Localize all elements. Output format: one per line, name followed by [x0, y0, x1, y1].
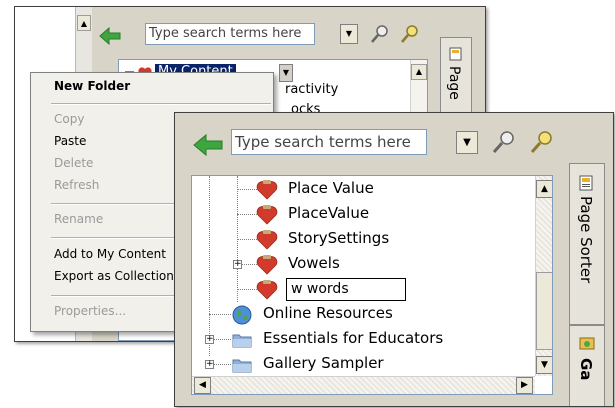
tab-page-sorter[interactable]: Page Sorter: [569, 163, 605, 325]
tree-connector: [237, 189, 257, 190]
tree-node-partial[interactable]: ractivity: [285, 82, 338, 97]
rename-input[interactable]: w words: [286, 278, 406, 301]
scroll-up-arrow[interactable]: ▲: [411, 64, 427, 80]
tab-page-sorter-label: Page Sorter: [577, 196, 595, 284]
tree-connector: [209, 176, 210, 356]
horizontal-scrollbar[interactable]: ◀ ▶: [192, 376, 535, 394]
advanced-search-icon[interactable]: [529, 129, 555, 155]
folder-icon: [232, 334, 252, 348]
page-sorter-icon: [579, 175, 593, 191]
menu-item-rename[interactable]: Rename: [54, 212, 103, 226]
tree-node-placevalue[interactable]: PlaceValue: [288, 204, 369, 222]
menu-item-copy[interactable]: Copy: [54, 112, 84, 126]
tree-node-place-value[interactable]: Place Value: [288, 179, 374, 197]
heart-gift-icon: [256, 280, 278, 300]
globe-icon: [232, 305, 252, 325]
tab-gallery-label: Ga: [577, 358, 595, 381]
tree-node-online-resources[interactable]: Online Resources: [263, 304, 393, 322]
scroll-down-arrow[interactable]: ▼: [536, 356, 552, 374]
back-arrow-icon[interactable]: [193, 133, 223, 157]
menu-item-delete[interactable]: Delete: [54, 156, 93, 170]
vertical-scrollbar[interactable]: ▲ ▼: [535, 176, 552, 376]
node-dropdown-button[interactable]: ▼: [279, 64, 293, 82]
expand-toggle[interactable]: +: [205, 335, 214, 344]
tree-connector: [237, 239, 257, 240]
search-icon[interactable]: [369, 23, 391, 45]
tree-connector: [209, 314, 231, 315]
expand-toggle[interactable]: +: [233, 260, 242, 269]
front-tree-view[interactable]: Place Value PlaceValue StorySettings + V…: [191, 175, 553, 395]
heart-gift-icon: [256, 230, 278, 250]
scroll-left-arrow[interactable]: ◀: [194, 377, 211, 394]
menu-item-new-folder[interactable]: New Folder: [54, 79, 130, 93]
back-search-input[interactable]: Type search terms here: [145, 23, 315, 45]
tree-connector: [214, 364, 231, 365]
heart-gift-icon: [256, 205, 278, 225]
back-arrow-icon[interactable]: [99, 27, 121, 45]
tree-connector: [237, 214, 257, 215]
menu-item-refresh[interactable]: Refresh: [54, 178, 99, 192]
scroll-thumb[interactable]: [536, 272, 552, 350]
tree-node-vowels[interactable]: Vowels: [288, 254, 340, 272]
front-window: Type search terms here ▼ Place Value Pla: [174, 112, 614, 407]
tab-page-label: Page: [446, 66, 462, 100]
tree-connector: [237, 289, 257, 290]
tree-connector: [214, 339, 231, 340]
menu-separator: [51, 103, 271, 105]
front-search-dropdown-button[interactable]: ▼: [456, 131, 478, 154]
menu-item-export-as-collection[interactable]: Export as Collection: [54, 269, 174, 283]
heart-gift-icon: [256, 255, 278, 275]
menu-item-add-to-my-content[interactable]: Add to My Content: [54, 247, 166, 261]
menu-item-properties[interactable]: Properties...: [54, 304, 126, 318]
advanced-search-icon[interactable]: [399, 23, 421, 45]
heart-gift-icon: [256, 180, 278, 200]
gallery-icon: [579, 337, 595, 350]
front-search-input[interactable]: Type search terms here: [231, 129, 427, 155]
tree-node-essentials-for-educators[interactable]: Essentials for Educators: [263, 329, 443, 347]
tree-node-gallery-sampler[interactable]: Gallery Sampler: [263, 354, 384, 372]
scroll-up-arrow[interactable]: ▲: [77, 15, 91, 31]
tab-gallery[interactable]: Ga: [569, 325, 605, 406]
back-search-dropdown-button[interactable]: ▼: [340, 24, 358, 44]
expand-toggle[interactable]: +: [205, 360, 214, 369]
folder-icon: [232, 359, 252, 373]
page-sorter-icon: [449, 47, 462, 61]
scroll-up-arrow[interactable]: ▲: [536, 180, 552, 198]
tree-connector: [242, 264, 257, 265]
scroll-right-arrow[interactable]: ▶: [516, 377, 533, 394]
search-icon[interactable]: [491, 129, 517, 155]
tree-node-storysettings[interactable]: StorySettings: [288, 229, 389, 247]
menu-item-paste[interactable]: Paste: [54, 134, 86, 148]
